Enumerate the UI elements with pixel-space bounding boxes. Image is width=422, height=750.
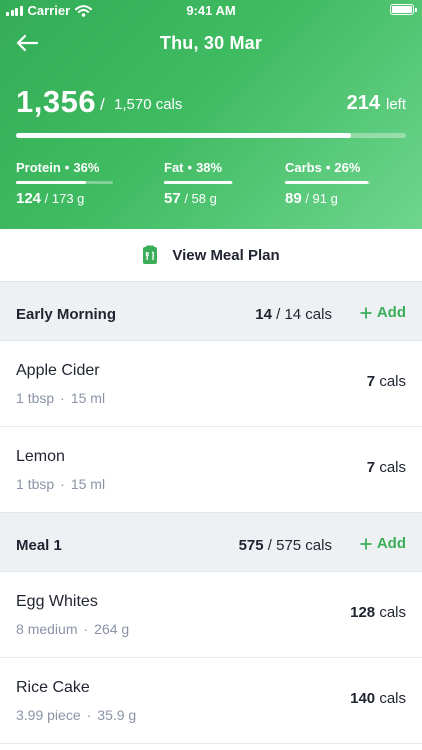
macro-consumed: 89 <box>285 190 302 207</box>
food-name: Egg Whites <box>16 593 98 610</box>
food-calories: 7 cals <box>366 459 406 476</box>
macro-progress-bar <box>16 181 113 184</box>
macro-name: Carbs <box>285 160 322 175</box>
date-title[interactable]: Thu, 30 Mar <box>0 33 422 54</box>
meal-section-calories-total: / 575 cals <box>267 537 332 554</box>
calories-separator: / <box>100 95 105 114</box>
meal-section-title: Early Morning <box>16 306 117 323</box>
status-bar: Carrier 9:41 AM <box>0 0 422 20</box>
food-name: Lemon <box>16 448 65 465</box>
add-food-button[interactable]: Add <box>360 304 406 321</box>
macro-name: Protein <box>16 160 61 175</box>
food-item[interactable]: Egg Whites 8 medium · 264 g 128 cals <box>0 572 422 658</box>
food-calories: 7 cals <box>366 373 406 390</box>
macro-percent: 26% <box>334 160 361 175</box>
meal-plan-icon <box>143 245 158 264</box>
food-item[interactable]: Rice Cake 3.99 piece · 35.9 g 140 cals <box>0 658 422 744</box>
meal-section-header: Meal 1 575 / 575 cals Add <box>0 512 422 572</box>
macro-percent: 36% <box>73 160 100 175</box>
calories-goal: 1,570 cals <box>114 96 183 113</box>
battery-icon <box>390 4 417 15</box>
calories-remaining-label: left <box>385 96 406 113</box>
meal-section-title: Meal 1 <box>16 537 62 554</box>
add-food-button[interactable]: Add <box>360 535 406 552</box>
food-serving: 3.99 piece · 35.9 g <box>16 707 137 723</box>
macro-consumed: 124 <box>16 190 42 207</box>
calorie-progress-fill <box>16 133 352 138</box>
macro-target: / 58 g <box>184 191 217 206</box>
food-serving: 8 medium · 264 g <box>16 621 130 637</box>
meal-section-header: Early Morning 14 / 14 cals Add <box>0 281 422 341</box>
macro-consumed: 57 <box>164 190 181 207</box>
food-calories: 140 cals <box>350 690 406 707</box>
meal-section-calories: 14 / 14 cals <box>255 306 332 323</box>
calories-remaining-value: 214 <box>346 92 380 114</box>
macro-progress-bar <box>164 181 233 184</box>
macro-target: / 91 g <box>305 191 338 206</box>
macro-target: / 173 g <box>44 191 85 206</box>
view-meal-plan-button[interactable]: View Meal Plan <box>0 229 422 281</box>
add-food-label: Add <box>376 535 406 552</box>
meal-section-calories: 575 / 575 cals <box>239 537 332 554</box>
food-item[interactable]: Lemon 1 tbsp · 15 ml 7 cals <box>0 427 422 513</box>
calories-remaining: 214 left <box>347 92 406 115</box>
food-serving: 1 tbsp · 15 ml <box>16 476 106 492</box>
view-meal-plan-label: View Meal Plan <box>172 246 280 264</box>
calories-consumed: 1,356 <box>16 84 97 119</box>
food-serving: 1 tbsp · 15 ml <box>16 390 106 406</box>
food-name: Rice Cake <box>16 679 90 696</box>
macro-fat: Fat • 38% 57 / 58 g <box>164 160 233 207</box>
meal-section-calories-consumed: 14 <box>255 306 272 323</box>
macro-carbs: Carbs • 26% 89 / 91 g <box>285 160 370 207</box>
meal-section-calories-consumed: 575 <box>238 537 264 554</box>
macro-name: Fat <box>164 160 184 175</box>
macro-progress-bar <box>285 181 370 184</box>
food-calories: 128 cals <box>350 604 406 621</box>
food-item[interactable]: Apple Cider 1 tbsp · 15 ml 7 cals <box>0 341 422 427</box>
calorie-progress-bar <box>16 133 406 138</box>
daily-summary-header: Carrier 9:41 AM Thu, 30 Mar 1,356 / 1,57… <box>0 0 422 229</box>
meal-section-calories-total: / 14 cals <box>276 306 332 323</box>
plus-icon <box>360 538 372 549</box>
add-food-label: Add <box>376 304 406 321</box>
food-name: Apple Cider <box>16 362 100 379</box>
macro-protein: Protein • 36% 124 / 173 g <box>16 160 113 207</box>
plus-icon <box>360 307 372 318</box>
clock: 9:41 AM <box>186 3 236 18</box>
macro-percent: 38% <box>196 160 223 175</box>
